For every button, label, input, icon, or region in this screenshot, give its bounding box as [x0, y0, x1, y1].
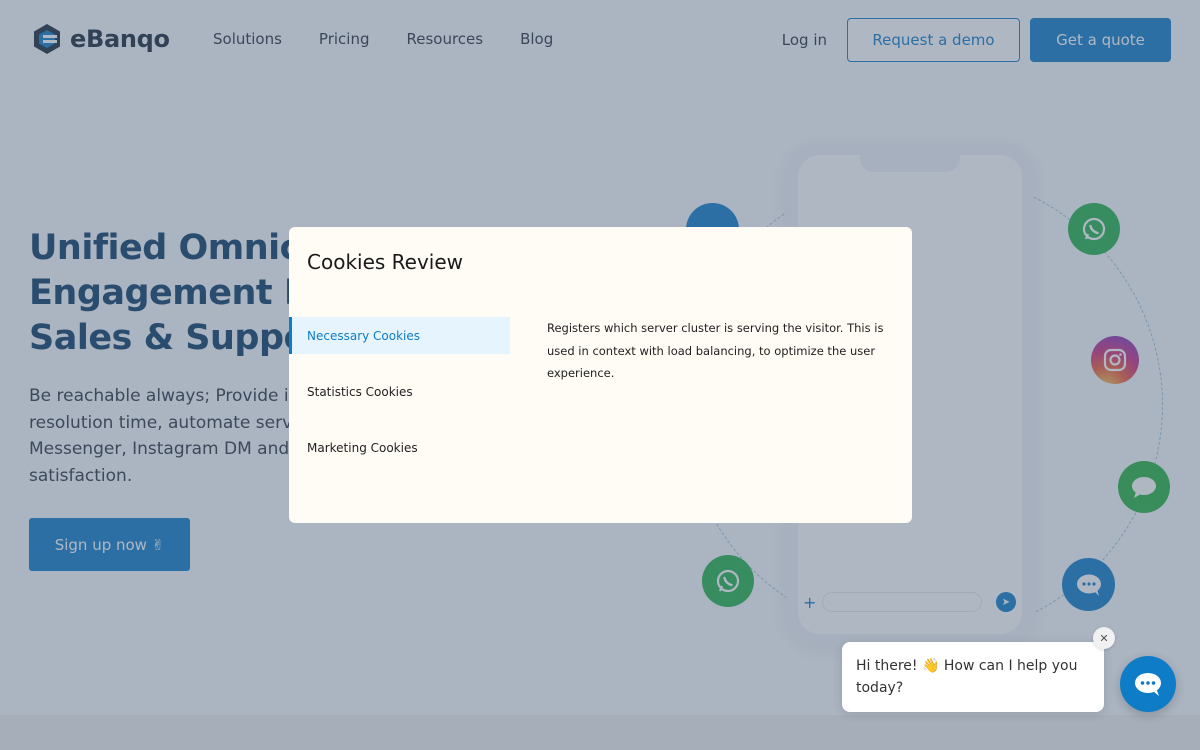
chat-icon [1135, 673, 1161, 696]
chat-launcher-button[interactable] [1120, 656, 1176, 712]
dialog-title: Cookies Review [307, 250, 464, 274]
tab-marketing-cookies[interactable]: Marketing Cookies [289, 429, 510, 466]
cookie-tabs: Necessary Cookies Statistics Cookies Mar… [289, 317, 510, 485]
tab-necessary-cookies[interactable]: Necessary Cookies [289, 317, 510, 354]
cookies-review-dialog: Cookies Review Necessary Cookies Statist… [289, 227, 912, 523]
chat-greeting[interactable]: Hi there! 👋 How can I help you today? [842, 642, 1104, 712]
cookie-description: Registers which server cluster is servin… [547, 321, 884, 380]
close-icon[interactable]: ✕ [1093, 627, 1115, 649]
tab-statistics-cookies[interactable]: Statistics Cookies [289, 373, 510, 410]
